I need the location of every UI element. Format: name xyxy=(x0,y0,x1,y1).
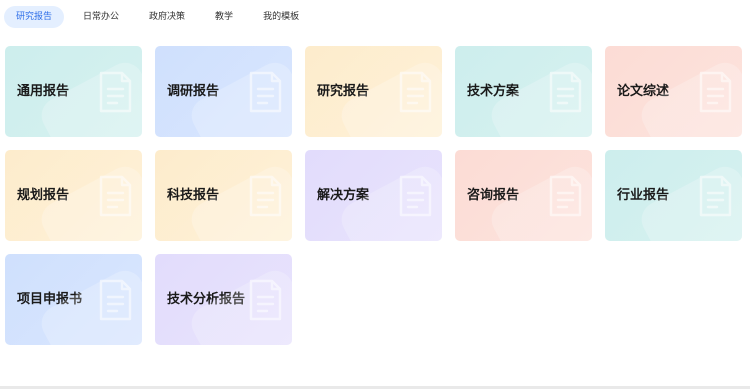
document-icon xyxy=(695,70,733,114)
document-icon xyxy=(395,70,433,114)
tab-my-templates[interactable]: 我的模板 xyxy=(252,6,310,28)
template-card[interactable]: 行业报告 xyxy=(605,150,742,241)
tab-teaching[interactable]: 教学 xyxy=(204,6,244,28)
document-icon xyxy=(245,174,283,218)
document-icon xyxy=(545,174,583,218)
tab-research-report[interactable]: 研究报告 xyxy=(4,6,65,28)
document-icon xyxy=(95,174,133,218)
template-card-title: 规划报告 xyxy=(17,187,70,203)
template-card[interactable]: 论文综述 xyxy=(605,46,742,137)
template-card[interactable]: 调研报告 xyxy=(155,46,292,137)
category-tabs: 研究报告 日常办公 政府决策 教学 我的模板 xyxy=(4,6,318,28)
template-card[interactable]: 规划报告 xyxy=(5,150,142,241)
template-card-title: 项目申报书 xyxy=(17,291,83,307)
template-card[interactable]: 科技报告 xyxy=(155,150,292,241)
tab-daily-office[interactable]: 日常办公 xyxy=(72,6,130,28)
template-card-title: 科技报告 xyxy=(167,187,220,203)
template-card[interactable]: 研究报告 xyxy=(305,46,442,137)
template-card-title: 解决方案 xyxy=(317,187,370,203)
document-icon xyxy=(245,70,283,114)
template-card-title: 技术分析报告 xyxy=(167,291,246,307)
document-icon xyxy=(695,174,733,218)
document-icon xyxy=(95,70,133,114)
document-icon xyxy=(95,278,133,322)
template-card-title: 行业报告 xyxy=(617,187,670,203)
template-card[interactable]: 咨询报告 xyxy=(455,150,592,241)
template-card[interactable]: 项目申报书 xyxy=(5,254,142,345)
template-card-title: 技术方案 xyxy=(467,83,520,99)
template-card-title: 通用报告 xyxy=(17,83,70,99)
template-card-title: 研究报告 xyxy=(317,83,370,99)
template-card[interactable]: 技术方案 xyxy=(455,46,592,137)
template-card[interactable]: 通用报告 xyxy=(5,46,142,137)
template-card[interactable]: 解决方案 xyxy=(305,150,442,241)
document-icon xyxy=(245,278,283,322)
template-card-title: 论文综述 xyxy=(617,83,670,99)
document-icon xyxy=(395,174,433,218)
template-card-title: 咨询报告 xyxy=(467,187,520,203)
tab-government-decision[interactable]: 政府决策 xyxy=(138,6,196,28)
template-card-title: 调研报告 xyxy=(167,83,220,99)
template-card[interactable]: 技术分析报告 xyxy=(155,254,292,345)
document-icon xyxy=(545,70,583,114)
